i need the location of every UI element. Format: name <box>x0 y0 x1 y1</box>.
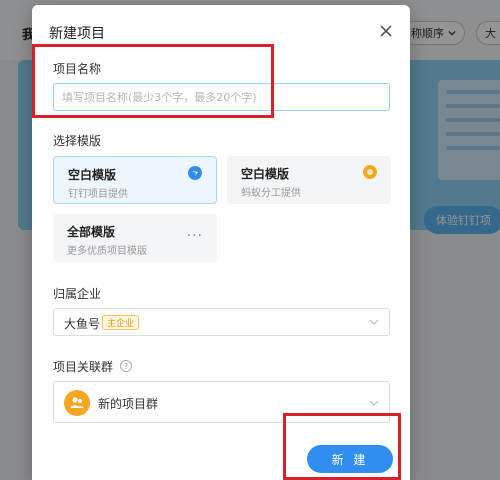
close-button[interactable] <box>376 21 396 41</box>
main-enterprise-badge: 主企业 <box>102 315 140 330</box>
template-label: 选择模版 <box>53 134 102 148</box>
help-icon[interactable]: ? <box>120 360 132 372</box>
template-blank-dingtalk[interactable]: 空白模版 钉钉项目提供 <box>53 156 217 204</box>
group-value: 新的项目群 <box>98 397 159 411</box>
template-blank-antwork[interactable]: 空白模版 蚂蚁分工提供 <box>227 156 391 204</box>
antwork-icon <box>363 165 377 179</box>
group-label: 项目关联群 <box>53 360 114 374</box>
dingtalk-icon <box>188 166 202 180</box>
enterprise-select[interactable]: 大鱼号 主企业 <box>53 308 390 336</box>
template-title: 空白模版 <box>241 167 290 181</box>
template-title: 空白模版 <box>68 168 117 182</box>
template-all[interactable]: 全部模版 更多优质项目模版 ··· <box>53 214 217 262</box>
template-subtitle: 钉钉项目提供 <box>68 189 128 200</box>
chevron-down-icon <box>369 400 379 406</box>
close-icon <box>380 25 392 37</box>
enterprise-label: 归属企业 <box>53 287 102 301</box>
template-subtitle: 蚂蚁分工提供 <box>241 188 301 199</box>
chevron-down-icon <box>369 319 379 325</box>
group-avatar <box>64 390 90 416</box>
enterprise-value: 大鱼号 <box>64 317 101 331</box>
people-icon <box>70 397 84 408</box>
modal-title: 新建项目 <box>49 26 105 42</box>
template-title: 全部模版 <box>67 225 116 239</box>
more-icon: ··· <box>186 228 203 244</box>
annotation-box-project-name <box>32 44 274 118</box>
annotation-box-create-button <box>283 413 401 480</box>
template-subtitle: 更多优质项目模版 <box>67 246 147 257</box>
